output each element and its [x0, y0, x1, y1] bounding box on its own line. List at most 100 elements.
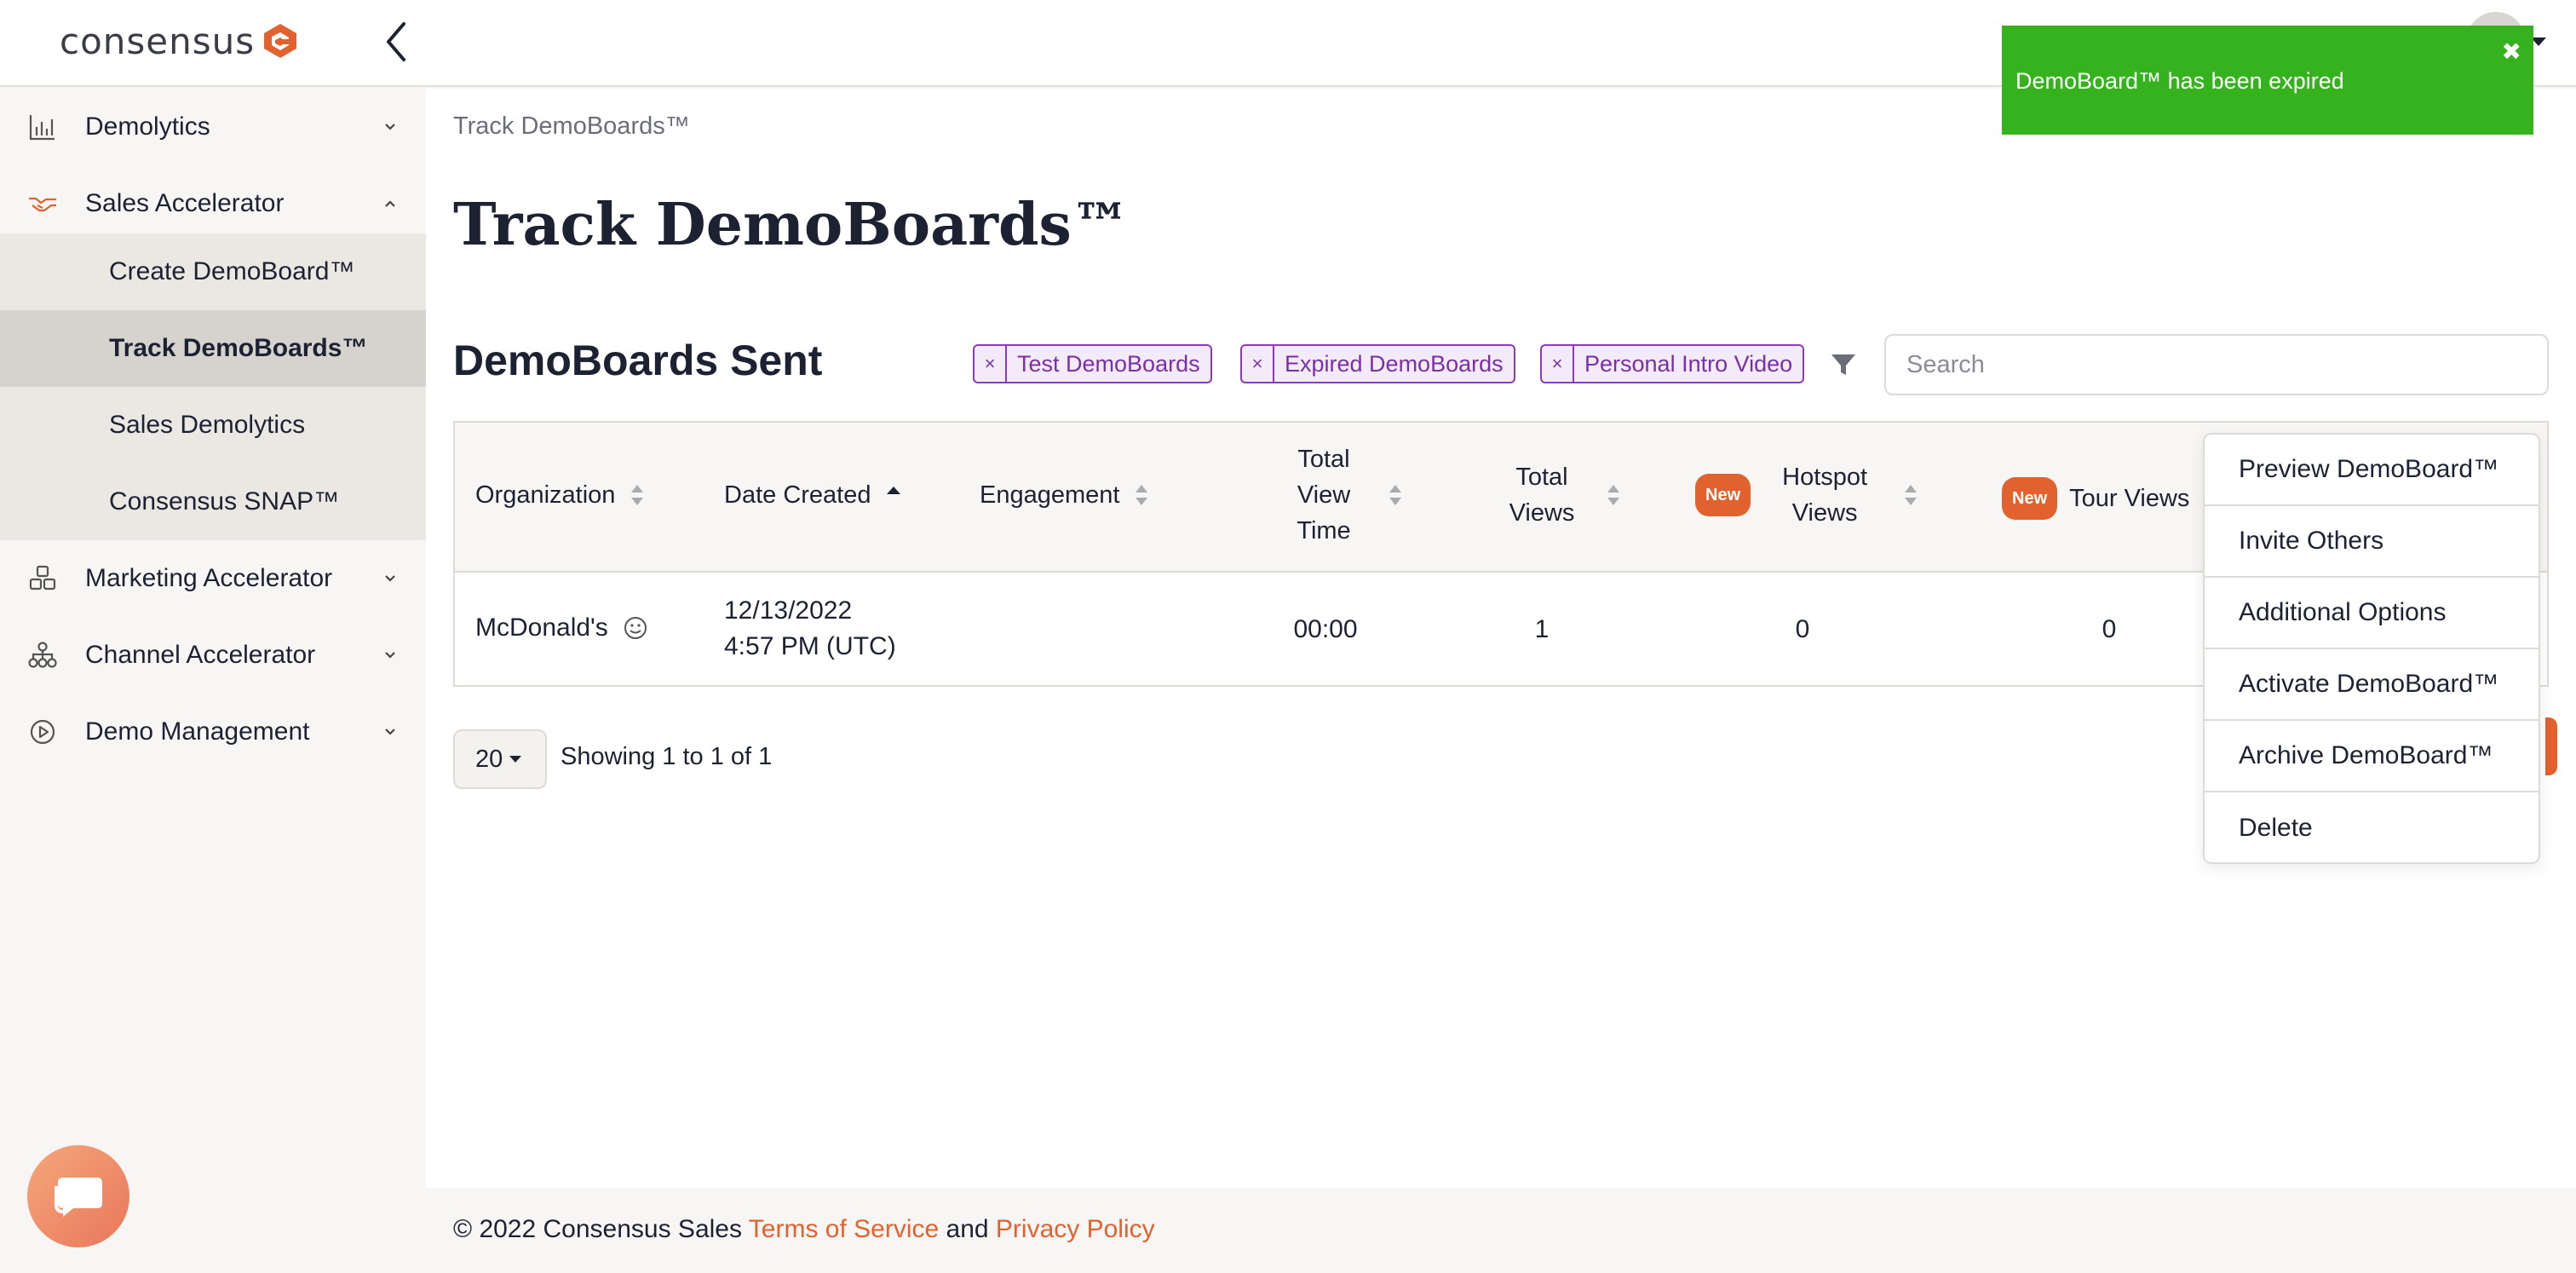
sort-icon [631, 485, 644, 505]
success-toast: ✖ DemoBoard™ has been expired [2002, 26, 2533, 135]
page-title: Track DemoBoards™ [453, 191, 1130, 259]
collapse-sidebar-chevron-icon[interactable] [380, 19, 414, 65]
search-input[interactable] [1884, 334, 2549, 395]
handshake-icon [29, 197, 56, 212]
chevron-up-icon [385, 200, 395, 207]
column-header-label: Engagement [980, 481, 1120, 509]
menu-item-activate-demoboard[interactable]: Activate DemoBoard™ [2205, 649, 2539, 721]
chevron-down-icon [385, 652, 395, 659]
filter-chip-label: Expired DemoBoards [1285, 350, 1504, 377]
filter-chip-expired-demoboards: × Expired DemoBoards [1240, 344, 1515, 383]
network-icon [28, 642, 57, 668]
sidebar-subitem-sales-demolytics[interactable]: Sales Demolytics [0, 387, 426, 464]
sidebar-item-label: Marketing Accelerator [85, 564, 333, 592]
filter-chip-test-demoboards: × Test DemoBoards [973, 344, 1212, 383]
sort-icon [1389, 485, 1401, 505]
menu-item-additional-options[interactable]: Additional Options [2205, 578, 2539, 649]
sidebar-item-label: Sales Accelerator [85, 189, 285, 217]
cell-total-view-time: 00:00 [1293, 615, 1358, 643]
sort-ascending-icon [886, 487, 900, 494]
sales-accelerator-submenu: Create DemoBoard™ Track DemoBoards™ Sale… [0, 233, 426, 540]
sidebar-item-demolytics[interactable]: Demolytics [0, 89, 426, 165]
page-size-select[interactable]: 20 [453, 729, 547, 789]
filter-chip-label: Personal Intro Video [1584, 350, 1793, 377]
column-header-date-created[interactable]: Date Created [724, 477, 902, 513]
sidebar-subitem-label: Create DemoBoard™ [109, 257, 355, 285]
filter-chip-label: Test DemoBoards [1017, 350, 1200, 377]
column-header-line: Views [1509, 499, 1575, 527]
column-header-line: View [1297, 481, 1351, 509]
column-header-line: Total [1515, 464, 1568, 491]
sidebar-subitem-label: Sales Demolytics [109, 411, 306, 439]
pagination-summary: Showing 1 to 1 of 1 [561, 743, 773, 770]
row-actions-menu: Preview DemoBoard™ Invite Others Additio… [2203, 433, 2540, 864]
boxes-icon [29, 565, 56, 590]
column-header-label: Tour Views [2069, 485, 2190, 512]
menu-item-delete[interactable]: Delete [2205, 792, 2539, 864]
sort-icon [1136, 485, 1148, 505]
chevron-down-icon [385, 124, 395, 130]
cell-date-created: 12/13/2022 4:57 PM (UTC) [724, 593, 896, 665]
menu-item-archive-demoboard[interactable]: Archive DemoBoard™ [2205, 721, 2539, 792]
chevron-down-icon [385, 729, 395, 735]
column-header-hotspot-views[interactable]: New Hotspot Views [1695, 459, 1919, 531]
remove-filter-button[interactable]: × [1542, 346, 1574, 382]
cell-hotspot-views: 0 [1795, 615, 1810, 643]
filter-icon[interactable] [1828, 349, 1859, 380]
breadcrumb[interactable]: Track DemoBoards™ [453, 112, 690, 141]
privacy-policy-link[interactable]: Privacy Policy [996, 1215, 1155, 1243]
column-header-organization[interactable]: Organization [475, 477, 646, 513]
column-header-total-view-time[interactable]: Total View Time [1281, 441, 1404, 549]
column-header-tour-views[interactable]: New Tour Views [2002, 477, 2189, 520]
time-line: 4:57 PM (UTC) [724, 632, 896, 660]
column-header-label: Date Created [724, 481, 871, 509]
date-line: 12/13/2022 [724, 596, 853, 625]
sidebar-subitem-track-demoboards[interactable]: Track DemoBoards™ [0, 310, 426, 387]
close-icon[interactable]: ✖ [2502, 37, 2521, 66]
sidebar-item-channel-accelerator[interactable]: Channel Accelerator [0, 617, 426, 694]
column-header-engagement[interactable]: Engagement [980, 477, 1150, 513]
remove-filter-button[interactable]: × [975, 346, 1007, 382]
footer-and-text: and [939, 1215, 996, 1243]
column-header-label: Hotspot Views [1761, 459, 1889, 531]
sidebar-subitem-create-demoboard[interactable]: Create DemoBoard™ [0, 233, 426, 310]
menu-item-invite-others[interactable]: Invite Others [2205, 506, 2539, 578]
new-badge: New [1695, 474, 1751, 516]
sidebar-item-sales-accelerator[interactable]: Sales Accelerator [0, 165, 426, 242]
chat-widget-button[interactable] [27, 1145, 129, 1247]
chevron-down-icon [509, 756, 522, 763]
sidebar-item-label: Channel Accelerator [85, 641, 316, 669]
column-header-total-views[interactable]: Total Views [1499, 459, 1622, 531]
footer: © 2022 Consensus Sales Terms of Service … [426, 1188, 2576, 1273]
menu-item-preview-demoboard[interactable]: Preview DemoBoard™ [2205, 435, 2539, 506]
chevron-down-icon [385, 575, 395, 582]
cell-organization: McDonald's [475, 610, 649, 646]
play-circle-icon [30, 719, 55, 745]
sidebar-item-marketing-accelerator[interactable]: Marketing Accelerator [0, 540, 426, 617]
sidebar-subitem-label: Consensus SNAP™ [109, 487, 340, 516]
page-size-value: 20 [475, 745, 503, 773]
chat-bubble-icon [55, 1178, 102, 1217]
bar-chart-icon [29, 115, 55, 141]
sidebar: Demolytics Sales Accelerator Create Demo… [0, 89, 426, 1273]
terms-of-service-link[interactable]: Terms of Service [749, 1215, 939, 1243]
footer-text: © 2022 Consensus Sales Terms of Service … [453, 1215, 1155, 1244]
sidebar-subitem-label: Track DemoBoards™ [109, 334, 368, 362]
copyright-text: © 2022 Consensus Sales [453, 1215, 749, 1243]
sidebar-subitem-consensus-snap[interactable]: Consensus SNAP™ [0, 464, 426, 540]
sidebar-item-label: Demolytics [85, 112, 210, 141]
toast-message: DemoBoard™ has been expired [2015, 68, 2344, 94]
column-header-label: Total Views [1499, 459, 1584, 531]
emoji-face-icon [624, 617, 647, 639]
action-button-edge[interactable] [2545, 717, 2557, 775]
cell-tour-views: 0 [2102, 615, 2117, 643]
consensus-logo[interactable]: consensus [60, 17, 299, 65]
column-header-label: Total View Time [1281, 441, 1366, 549]
section-title: DemoBoards Sent [453, 337, 823, 384]
column-header-label: Organization [475, 481, 616, 509]
remove-filter-button[interactable]: × [1242, 346, 1274, 382]
column-header-line: Time [1297, 517, 1351, 544]
sidebar-item-demo-management[interactable]: Demo Management [0, 694, 426, 770]
organization-name: McDonald's [475, 613, 608, 642]
sidebar-item-label: Demo Management [85, 717, 310, 746]
